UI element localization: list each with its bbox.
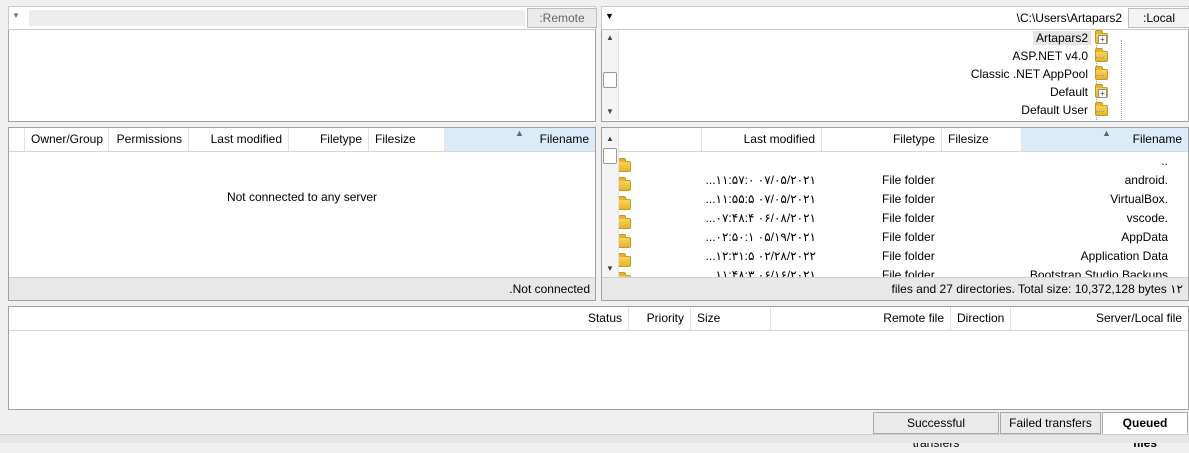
file-last-modified: ...۱۱:۵۷:۰ ۰۷/۰۵/۲۰۲۱ [705, 173, 816, 187]
expand-icon[interactable]: + [1098, 35, 1107, 44]
scroll-up-arrow-icon[interactable]: ▲ [602, 30, 618, 46]
transfer-queue[interactable]: Status Priority Size Remote file Directi… [8, 306, 1189, 410]
file-name: Bootstrap Studio Backups [1029, 268, 1168, 277]
remote-path-input[interactable] [29, 10, 525, 26]
remote-col-owner-group[interactable]: Owner/Group [25, 128, 109, 151]
queue-col-size[interactable]: Size [691, 307, 771, 330]
remote-col-last-modified[interactable]: Last modified [189, 128, 289, 151]
tree-item-label: Artapars2 [1032, 31, 1091, 45]
local-col-last-modified[interactable]: Last modified [702, 128, 822, 151]
table-row[interactable]: ...۰۷:۴۸:۴ ۰۶/۰۸/۲۰۲۱ File folder vscode. [619, 209, 1188, 230]
local-path-dropdown-arrow[interactable]: ▼ [605, 11, 614, 21]
queue-header: Status Priority Size Remote file Directi… [9, 307, 1188, 331]
remote-col-permissions[interactable]: Permissions [109, 128, 189, 151]
remote-site-label: :Remote site [527, 8, 597, 43]
tree-item-label: Default [1049, 85, 1088, 99]
remote-file-list[interactable]: Owner/Group Permissions Last modified Fi… [8, 127, 596, 301]
table-row[interactable]: ...۱۱:۴۸:۳ ۰۶/۱۶/۲۰۲۱ File folder Bootstra… [619, 266, 1188, 277]
file-name: AppData [1121, 230, 1168, 244]
table-row[interactable]: ...۱۲:۳۱:۵ ۰۲/۲۸/۲۰۲۲ File folder Applicat… [619, 247, 1188, 268]
tree-item[interactable]: Artapars2 [1032, 30, 1108, 48]
sort-ascending-icon: ▲ [1102, 128, 1111, 138]
tree-connector-line [1096, 57, 1104, 58]
local-tree-scrollbar[interactable]: ▲ ▼ [602, 30, 619, 120]
scroll-thumb[interactable] [603, 72, 617, 88]
file-name: VirtualBox. [1110, 192, 1168, 206]
tab-queued-files[interactable]: Queued files [1102, 412, 1188, 450]
remote-site-bar: ▼ :Remote site [8, 6, 597, 43]
local-file-list-header: Last modified Filetype Filesize ▲ Filena… [602, 128, 1188, 152]
file-type: File folder [882, 249, 935, 263]
remote-status-bar: .Not connected [9, 277, 595, 300]
file-last-modified: ...۱۱:۴۸:۳ ۰۶/۱۶/۲۰۲۱ [705, 268, 816, 277]
queue-col-priority[interactable]: Priority [629, 307, 691, 330]
file-name: Application Data [1080, 249, 1168, 263]
sort-ascending-icon: ▲ [515, 128, 524, 138]
scroll-thumb[interactable] [603, 148, 617, 164]
remote-col-filetype[interactable]: Filetype [289, 128, 369, 151]
remote-file-list-header: Owner/Group Permissions Last modified Fi… [9, 128, 595, 152]
remote-col-blank [9, 128, 25, 151]
tree-connector-line [1096, 111, 1104, 112]
tree-item-label: Default User [1021, 103, 1088, 117]
file-name: android. [1124, 173, 1168, 187]
scroll-up-arrow-icon[interactable]: ▲ [602, 131, 618, 147]
file-name: vscode. [1126, 211, 1168, 225]
local-col-filename[interactable]: ▲ Filename [1022, 128, 1188, 151]
remote-col-filename[interactable]: ▲ Filename [445, 128, 595, 151]
local-file-list[interactable]: Last modified Filetype Filesize ▲ Filena… [601, 127, 1189, 301]
tree-connector-line [1096, 75, 1104, 76]
local-status-bar: files and 27 directories. Total size: 10… [602, 277, 1188, 300]
remote-directory-tree[interactable] [8, 30, 596, 122]
local-site-bar: ▼ \C:\Users\Artapars2 :Local site [601, 6, 1189, 43]
file-type: File folder [882, 211, 935, 225]
tree-item[interactable]: ASP.NET v4.0 [1009, 47, 1108, 66]
table-row[interactable]: .. [619, 153, 1188, 173]
table-row[interactable]: ...۱۱:۵۵:۵ ۰۷/۰۵/۲۰۲۱ File folder VirtualB… [619, 190, 1188, 211]
tab-failed-transfers[interactable]: Failed transfers [1000, 412, 1101, 434]
bottom-status-strip [0, 434, 1189, 443]
tree-item[interactable]: Default User [1018, 101, 1108, 120]
file-type: File folder [882, 230, 935, 244]
file-last-modified: ...۰۷:۴۸:۴ ۰۶/۰۸/۲۰۲۱ [705, 211, 816, 225]
tree-item-label: Classic .NET AppPool [970, 67, 1088, 81]
file-last-modified: ...۱۲:۳۱:۵ ۰۲/۲۸/۲۰۲۲ [705, 249, 816, 263]
file-last-modified: ...۰۲:۵۰:۱ ۰۵/۱۹/۲۰۲۱ [705, 230, 816, 244]
file-type: File folder [882, 268, 935, 277]
tree-item[interactable]: Classic .NET AppPool [968, 65, 1108, 84]
queue-col-server-local-file[interactable]: Server/Local file [1011, 307, 1188, 330]
tree-item-label: ASP.NET v4.0 [1012, 49, 1088, 63]
file-name: .. [1161, 154, 1168, 168]
scroll-down-arrow-icon[interactable]: ▼ [602, 261, 618, 277]
local-site-label: :Local site [1128, 8, 1189, 43]
table-row[interactable]: ...۱۱:۵۷:۰ ۰۷/۰۵/۲۰۲۱ File folder android. [619, 171, 1188, 192]
queue-col-remote-file[interactable]: Remote file [771, 307, 951, 330]
file-type: File folder [882, 173, 935, 187]
file-last-modified: ...۱۱:۵۵:۵ ۰۷/۰۵/۲۰۲۱ [705, 192, 816, 206]
expand-icon[interactable]: + [1098, 89, 1107, 98]
local-directory-tree[interactable]: ▲ ▼ Artapars2 + ASP.NET v4.0 Classic .NET A… [601, 30, 1189, 122]
remote-path-dropdown-arrow[interactable]: ▼ [12, 11, 20, 20]
local-col-filesize[interactable]: Filesize [942, 128, 1022, 151]
local-file-rows: .. ...۱۱:۵۷:۰ ۰۷/۰۵/۲۰۲۱ File folder androi… [619, 153, 1188, 277]
tree-connector-line [1121, 40, 1122, 120]
local-path-input[interactable]: \C:\Users\Artapars2 [622, 9, 1126, 27]
queue-col-status[interactable]: Status [481, 307, 629, 330]
remote-col-filesize[interactable]: Filesize [369, 128, 445, 151]
file-type: File folder [882, 192, 935, 206]
remote-col-filename-label: Filename [539, 132, 589, 146]
table-row[interactable]: ...۰۲:۵۰:۱ ۰۵/۱۹/۲۰۲۱ File folder AppData [619, 228, 1188, 249]
local-list-scrollbar[interactable]: ▲ ▼ [602, 128, 619, 277]
local-col-filename-label: Filename [1132, 132, 1182, 146]
scroll-down-arrow-icon[interactable]: ▼ [602, 104, 618, 120]
remote-empty-message: Not connected to any server [226, 190, 378, 204]
tab-successful-transfers[interactable]: Successful transfers [873, 412, 999, 450]
queue-col-direction[interactable]: Direction [951, 307, 1011, 330]
local-col-filetype[interactable]: Filetype [822, 128, 942, 151]
